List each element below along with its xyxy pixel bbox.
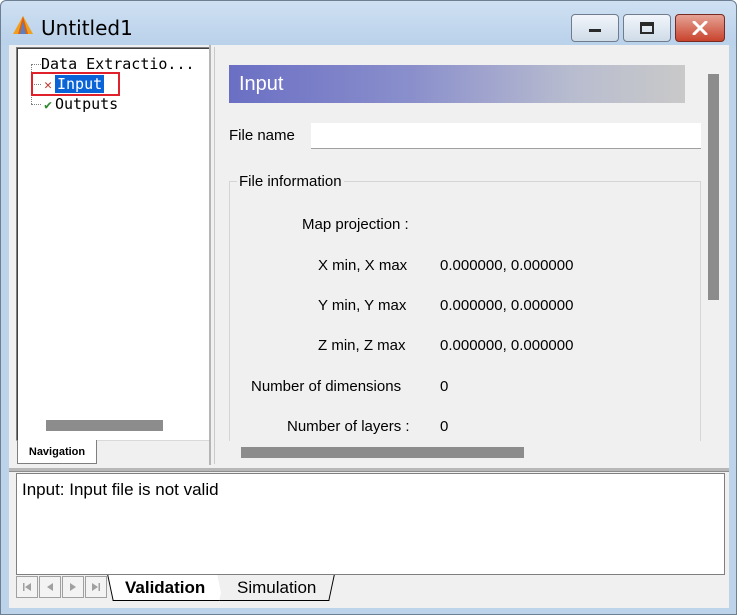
selection-highlight-box <box>31 72 120 96</box>
title-bar[interactable]: Untitled1 <box>1 1 736 45</box>
x-range-value: 0.000000, 0.000000 <box>440 257 574 274</box>
validation-message-panel: Input: Input file is not valid <box>16 473 725 575</box>
input-form-panel: Input File name File information Map pro… <box>214 47 729 464</box>
layers-label: Number of layers : <box>287 418 410 435</box>
first-tab-button[interactable] <box>16 576 38 598</box>
dimensions-label: Number of dimensions <box>251 378 402 395</box>
group-title: File information <box>237 173 344 190</box>
skip-last-icon <box>92 583 100 591</box>
minimize-icon <box>589 29 601 32</box>
form-vertical-scrollbar[interactable] <box>708 74 719 300</box>
bottom-tab-bar: Validation Simulation <box>16 575 725 603</box>
app-logo-icon <box>13 16 33 34</box>
z-range-label: Z min, Z max <box>318 337 406 354</box>
close-icon <box>692 21 708 35</box>
file-name-input[interactable] <box>311 123 701 149</box>
tree-item-data-extraction[interactable]: Data Extractio... <box>41 54 195 74</box>
file-name-label: File name <box>229 127 295 144</box>
navigation-horizontal-scrollbar[interactable] <box>46 420 163 431</box>
tab-navigation[interactable]: Navigation <box>17 440 97 464</box>
y-range-value: 0.000000, 0.000000 <box>440 297 574 314</box>
skip-first-icon <box>23 583 31 591</box>
checkmark-icon: ✔ <box>44 98 52 113</box>
tab-simulation[interactable]: Simulation <box>219 575 335 601</box>
maximize-button[interactable] <box>623 14 671 42</box>
vertical-splitter[interactable] <box>209 45 211 465</box>
y-range-label: Y min, Y max <box>318 297 407 314</box>
layers-value: 0 <box>440 418 449 435</box>
close-button[interactable] <box>675 14 725 42</box>
maximize-icon <box>640 22 654 34</box>
app-window: Untitled1 Data Extractio... ✕ Input ✔ Ou… <box>0 0 737 615</box>
last-tab-button[interactable] <box>85 576 107 598</box>
tree-connector <box>31 104 41 105</box>
tree-item-label: Outputs <box>55 95 119 113</box>
previous-tab-button[interactable] <box>39 576 61 598</box>
navigation-tree-panel[interactable]: Data Extractio... ✕ Input ✔ Outputs <box>16 47 211 441</box>
map-projection-label: Map projection : <box>302 216 409 233</box>
arrow-right-icon <box>70 583 76 591</box>
validation-message: Input: Input file is not valid <box>22 480 219 499</box>
horizontal-splitter[interactable] <box>9 468 729 472</box>
tree-item-outputs[interactable]: ✔ Outputs <box>41 94 118 114</box>
client-area: Data Extractio... ✕ Input ✔ Outputs Naviga… <box>9 45 729 608</box>
arrow-left-icon <box>47 583 53 591</box>
next-tab-button[interactable] <box>62 576 84 598</box>
dimensions-value: 0 <box>440 378 449 395</box>
tab-validation[interactable]: Validation <box>107 575 223 601</box>
minimize-button[interactable] <box>571 14 619 42</box>
tree-item-input[interactable]: ✕ Input <box>31 72 120 96</box>
section-header: Input <box>229 65 685 103</box>
window-title: Untitled1 <box>41 16 133 40</box>
tree-connector <box>31 64 41 65</box>
tab-label: Simulation <box>236 577 317 597</box>
x-range-label: X min, X max <box>318 257 408 274</box>
tree-item-label: Data Extractio... <box>41 55 195 73</box>
z-range-value: 0.000000, 0.000000 <box>440 337 574 354</box>
form-horizontal-scrollbar[interactable] <box>241 447 524 458</box>
tab-label: Validation <box>125 577 206 597</box>
